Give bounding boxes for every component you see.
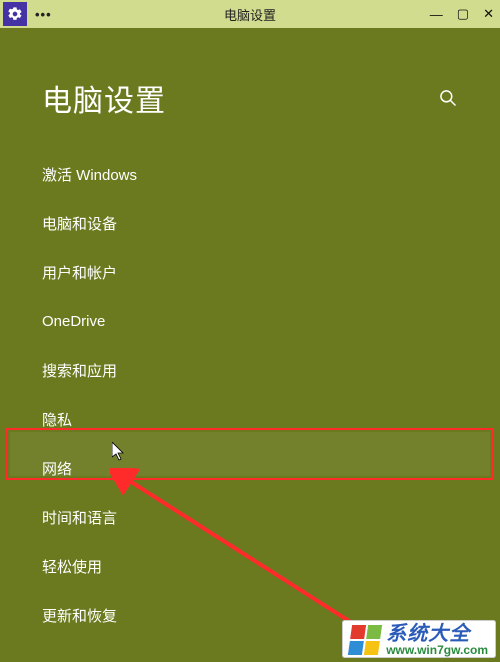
nav-item-search-apps[interactable]: 搜索和应用: [42, 346, 500, 395]
nav-label: 激活 Windows: [42, 164, 137, 185]
nav-label: OneDrive: [42, 313, 105, 330]
titlebar: ••• 电脑设置 — ▢ ✕: [0, 0, 500, 28]
nav-item-onedrive[interactable]: OneDrive: [42, 297, 500, 346]
nav-label: 时间和语言: [42, 507, 117, 528]
minimize-button[interactable]: —: [430, 7, 443, 22]
settings-gear-icon[interactable]: [3, 2, 27, 26]
page-heading: 电脑设置: [42, 76, 166, 120]
nav-item-pc-devices[interactable]: 电脑和设备: [42, 199, 500, 248]
nav-item-network[interactable]: 网络: [42, 444, 500, 493]
nav-item-time-language[interactable]: 时间和语言: [42, 493, 500, 542]
watermark: 系统大全 www.win7gw.com: [342, 620, 496, 658]
close-button[interactable]: ✕: [483, 6, 494, 22]
windows-logo-icon: [348, 625, 382, 655]
nav-item-activate-windows[interactable]: 激活 Windows: [42, 150, 500, 199]
maximize-button[interactable]: ▢: [457, 6, 469, 22]
settings-nav: 激活 Windows 电脑和设备 用户和帐户 OneDrive 搜索和应用 隐私…: [0, 150, 500, 640]
page-header: 电脑设置: [0, 28, 500, 150]
watermark-url: www.win7gw.com: [386, 644, 488, 656]
nav-item-ease-access[interactable]: 轻松使用: [42, 542, 500, 591]
window-title: 电脑设置: [224, 5, 276, 24]
nav-label: 隐私: [42, 409, 72, 430]
nav-label: 网络: [42, 458, 72, 479]
nav-label: 电脑和设备: [42, 213, 117, 234]
nav-label: 用户和帐户: [42, 262, 117, 283]
nav-item-users-accounts[interactable]: 用户和帐户: [42, 248, 500, 297]
nav-label: 搜索和应用: [42, 360, 117, 381]
nav-item-privacy[interactable]: 隐私: [42, 395, 500, 444]
watermark-title: 系统大全: [386, 624, 488, 644]
menu-dots[interactable]: •••: [35, 7, 52, 22]
nav-label: 轻松使用: [42, 556, 102, 577]
search-icon[interactable]: [438, 88, 458, 108]
nav-label: 更新和恢复: [42, 605, 117, 626]
